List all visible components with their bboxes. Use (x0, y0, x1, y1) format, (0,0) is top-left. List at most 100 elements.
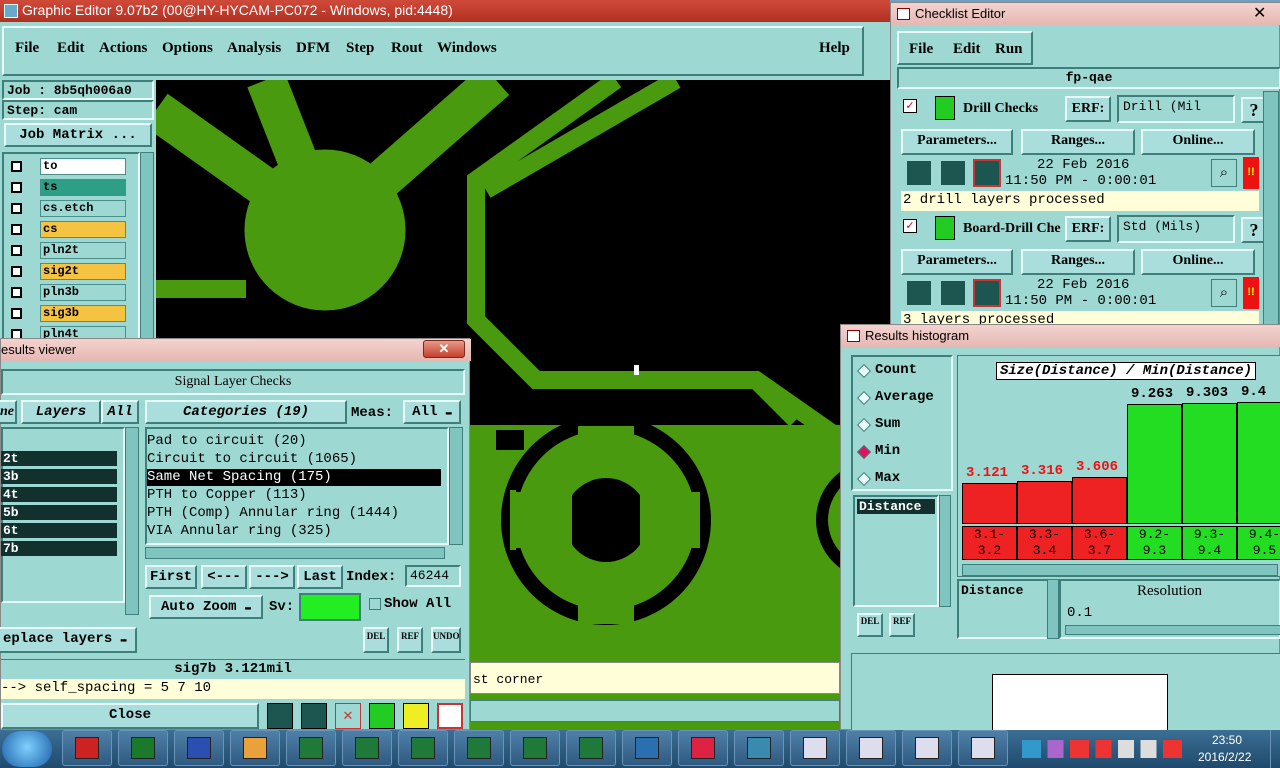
report-icon[interactable] (369, 703, 395, 729)
result-layer-item[interactable]: 7b (1, 541, 117, 556)
menu-windows[interactable]: Windows (437, 40, 497, 57)
hist-ref-button[interactable]: REF (889, 613, 915, 637)
histogram-icon[interactable] (437, 703, 463, 729)
parameters-button[interactable]: Parameters... (901, 249, 1013, 275)
result-layer-item[interactable]: 4t (1, 487, 117, 502)
hist-del-button[interactable]: DEL (857, 613, 883, 637)
clock-date[interactable]: 2016/2/22 (1198, 750, 1251, 764)
layer-checkbox[interactable] (11, 245, 22, 256)
layer-list-scrollbar[interactable] (140, 152, 154, 342)
stop-icon[interactable] (973, 159, 1001, 187)
index-field[interactable]: 46244 (405, 565, 461, 587)
ranges-button[interactable]: Ranges... (1021, 249, 1135, 275)
last-button[interactable]: Last (297, 565, 343, 589)
online-button[interactable]: Online... (1141, 129, 1255, 155)
tray-icons[interactable] (1022, 740, 1182, 758)
histogram-bar[interactable] (1127, 404, 1182, 524)
category-item[interactable]: Circuit to circuit (1065) (147, 451, 441, 468)
menu-file[interactable]: File (15, 40, 39, 57)
checklist-menu-file[interactable]: File (909, 41, 933, 58)
show-all-checkbox[interactable] (369, 598, 381, 610)
histogram-bar[interactable] (1182, 403, 1237, 524)
export-icon[interactable] (301, 703, 327, 729)
run-step-icon[interactable] (939, 279, 967, 307)
clear-icon[interactable]: ✕ (335, 703, 361, 729)
replace-layers-select[interactable]: eplace layers ▬ (0, 627, 137, 653)
checklist-scrollbar[interactable] (1263, 91, 1279, 331)
online-button[interactable]: Online... (1141, 249, 1255, 275)
menu-options[interactable]: Options (162, 40, 213, 57)
parameters-button[interactable]: Parameters... (901, 129, 1013, 155)
result-layer-item[interactable]: 5b (1, 505, 117, 520)
menu-dfm[interactable]: DFM (296, 40, 330, 57)
erf-button[interactable]: ERF: (1065, 216, 1111, 242)
show-desktop-button[interactable] (1270, 730, 1280, 768)
legend-icon[interactable] (267, 703, 293, 729)
layer-checkbox[interactable] (11, 266, 22, 277)
checklist-menu-run[interactable]: Run (995, 41, 1023, 58)
sv-color-select[interactable] (299, 593, 361, 621)
prev-button[interactable]: <--- (201, 565, 247, 589)
menu-rout[interactable]: Rout (391, 40, 423, 57)
alert-badge[interactable]: !! (1243, 277, 1259, 309)
alert-badge[interactable]: !! (1243, 157, 1259, 189)
check-enabled-checkbox[interactable]: ✓ (903, 99, 917, 113)
checklist-menu-edit[interactable]: Edit (953, 41, 981, 58)
resolution-slider[interactable] (1065, 625, 1280, 635)
histogram-title-bar[interactable]: Results histogram (841, 325, 1280, 347)
magnify-icon[interactable]: ⌕ (1211, 279, 1237, 307)
menu-help[interactable]: Help (819, 40, 850, 57)
clock-time[interactable]: 23:50 (1212, 733, 1242, 747)
start-button[interactable] (2, 731, 52, 767)
layer-checkbox[interactable] (11, 182, 22, 193)
layer-row[interactable]: ts (8, 179, 126, 196)
auto-zoom-select[interactable]: Auto Zoom ▬ (149, 595, 263, 619)
result-layer-item[interactable]: 6t (1, 523, 117, 538)
layer-result-scrollbar[interactable] (125, 427, 139, 615)
erf-field[interactable]: Std (Mils) (1117, 215, 1235, 243)
run-icon[interactable] (905, 159, 933, 187)
check-enabled-checkbox[interactable]: ✓ (903, 219, 917, 233)
job-matrix-button[interactable]: Job Matrix ... (4, 123, 152, 147)
notes-icon[interactable] (403, 703, 429, 729)
layer-checkbox[interactable] (11, 224, 22, 235)
tab-ne[interactable]: ne (0, 400, 17, 424)
category-hscrollbar[interactable] (145, 547, 445, 559)
ranges-button[interactable]: Ranges... (1021, 129, 1135, 155)
del-button[interactable]: DEL (363, 627, 389, 653)
tab-categories[interactable]: Categories (19) (145, 400, 347, 424)
category-item[interactable]: PTH to Copper (113) (147, 487, 441, 504)
category-item[interactable]: Pad to circuit (20) (147, 433, 441, 450)
undo-button[interactable]: UNDO (431, 627, 461, 653)
stop-icon[interactable] (973, 279, 1001, 307)
checklist-title-bar[interactable]: Checklist Editor ✕ (891, 3, 1280, 25)
result-layer-item[interactable]: 3b (1, 469, 117, 484)
menu-step[interactable]: Step (346, 40, 374, 57)
hist-list-scrollbar[interactable] (939, 495, 951, 607)
distance-scrollbar[interactable] (1047, 579, 1059, 639)
layer-row[interactable]: sig3b (8, 305, 126, 322)
layer-checkbox[interactable] (11, 203, 22, 214)
erf-field[interactable]: Drill (Mil (1117, 95, 1235, 123)
run-step-icon[interactable] (939, 159, 967, 187)
layer-row[interactable]: sig2t (8, 263, 126, 280)
magnify-icon[interactable]: ⌕ (1211, 159, 1237, 187)
category-item[interactable]: Same Net Spacing (175) (147, 469, 441, 486)
layer-row[interactable]: to (8, 158, 126, 175)
erf-button[interactable]: ERF: (1065, 96, 1111, 122)
next-button[interactable]: ---> (249, 565, 295, 589)
tab-layers[interactable]: Layers (21, 400, 101, 424)
layer-row[interactable]: pln3b (8, 284, 126, 301)
histogram-bar[interactable] (962, 483, 1017, 524)
layer-row[interactable]: cs (8, 221, 126, 238)
category-item[interactable]: PTH (Comp) Annular ring (1444) (147, 505, 441, 522)
meas-select[interactable]: All ▬ (403, 400, 461, 424)
tab-layers-all[interactable]: All (101, 400, 139, 424)
main-title-bar[interactable]: Graphic Editor 9.07b2 (00@HY-HYCAM-PC072… (0, 0, 890, 22)
checklist-close-icon[interactable]: ✕ (1253, 3, 1266, 25)
results-viewer-close-button[interactable]: ✕ (423, 340, 465, 358)
histogram-bar[interactable] (1072, 477, 1127, 524)
menu-actions[interactable]: Actions (99, 40, 147, 57)
layer-row[interactable]: cs.etch (8, 200, 126, 217)
close-button[interactable]: Close (1, 703, 259, 729)
